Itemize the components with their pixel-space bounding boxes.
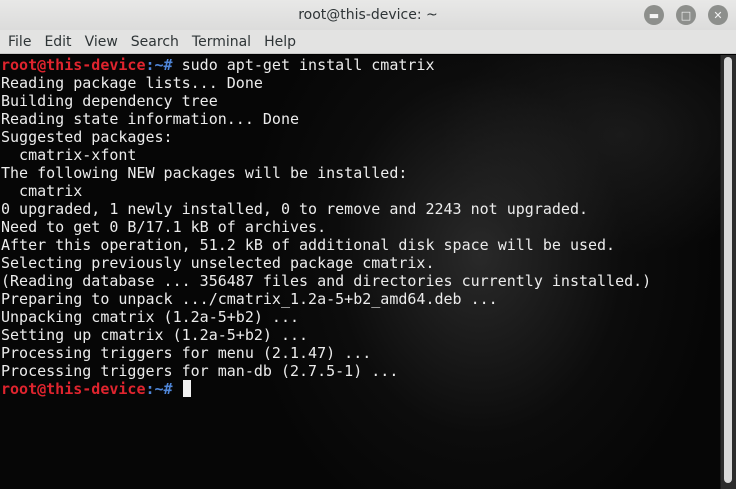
menu-terminal[interactable]: Terminal — [187, 34, 256, 50]
text-cursor — [182, 380, 191, 397]
output-line: Setting up cmatrix (1.2a-5+b2) ... — [1, 326, 309, 344]
output-line: Selecting previously unselected package … — [1, 254, 435, 272]
output-line: Processing triggers for menu (2.1.47) ..… — [1, 344, 372, 362]
output-line: Need to get 0 B/17.1 kB of archives. — [1, 218, 327, 236]
menu-help[interactable]: Help — [259, 34, 301, 50]
menu-view[interactable]: View — [80, 34, 123, 50]
output-line: Processing triggers for man-db (2.7.5-1)… — [1, 362, 399, 380]
output-line: cmatrix-xfont — [1, 146, 137, 164]
menu-search[interactable]: Search — [126, 34, 184, 50]
output-line: After this operation, 51.2 kB of additio… — [1, 236, 616, 254]
menu-file[interactable]: File — [3, 34, 36, 50]
menu-bar: File Edit View Search Terminal Help — [0, 30, 736, 54]
prompt-user: root@this-device — [1, 56, 146, 74]
command-line: root@this-device:~# sudo apt-get install… — [1, 56, 651, 74]
output-line: Reading package lists... Done — [1, 74, 263, 92]
output-line: cmatrix — [1, 182, 83, 200]
output-line: 0 upgraded, 1 newly installed, 0 to remo… — [1, 200, 588, 218]
window-title: root@this-device: ~ — [298, 7, 438, 23]
output-line: Preparing to unpack .../cmatrix_1.2a-5+b… — [1, 290, 498, 308]
close-button[interactable]: ✕ — [708, 5, 728, 25]
command-text — [173, 380, 182, 398]
title-bar: root@this-device: ~ ▬ □ ✕ — [0, 0, 736, 30]
prompt-path: :~# — [145, 380, 173, 398]
command-text: sudo apt-get install cmatrix — [172, 56, 435, 74]
output-line: Building dependency tree — [1, 92, 218, 110]
output-line: Unpacking cmatrix (1.2a-5+b2) ... — [1, 308, 300, 326]
minimize-button[interactable]: ▬ — [644, 5, 664, 25]
output-line: Reading state information... Done — [1, 110, 300, 128]
close-icon: ✕ — [713, 8, 723, 22]
prompt-path: :~# — [145, 56, 173, 74]
maximize-icon: □ — [680, 8, 692, 22]
output-line: Suggested packages: — [1, 128, 173, 146]
final-prompt-line: root@this-device:~# — [1, 380, 651, 398]
vertical-scrollbar[interactable] — [720, 55, 736, 489]
terminal-area[interactable]: root@this-device:~# sudo apt-get install… — [0, 55, 720, 489]
scrollbar-thumb[interactable] — [724, 57, 732, 483]
terminal-output: root@this-device:~# sudo apt-get install… — [1, 56, 651, 398]
prompt-user: root@this-device — [1, 380, 146, 398]
output-line: The following NEW packages will be insta… — [1, 164, 408, 182]
minimize-icon: ▬ — [648, 8, 660, 22]
maximize-button[interactable]: □ — [676, 5, 696, 25]
window-controls: ▬ □ ✕ — [644, 5, 728, 25]
menu-edit[interactable]: Edit — [39, 34, 76, 50]
output-line: (Reading database ... 356487 files and d… — [1, 272, 652, 290]
